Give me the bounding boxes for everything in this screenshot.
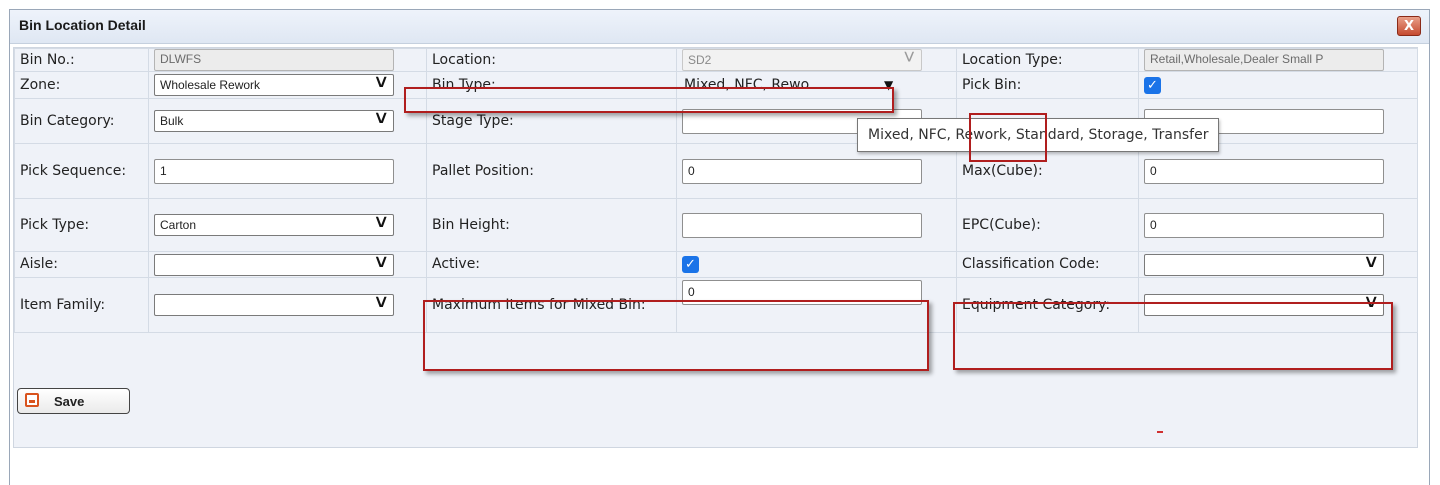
floppy-disk-icon bbox=[25, 393, 39, 407]
location-select[interactable]: SD2 ˅ bbox=[682, 49, 922, 71]
classification-code-select[interactable]: ˅ bbox=[1144, 253, 1384, 276]
active-label: Active: bbox=[426, 251, 677, 278]
pick-type-select[interactable]: Carton ˅ bbox=[154, 214, 394, 236]
bin-no-field[interactable]: DLWFS bbox=[154, 49, 394, 71]
bin-category-label: Bin Category: bbox=[14, 98, 149, 144]
max-cube-field[interactable]: 0 bbox=[1144, 158, 1384, 184]
bin-location-dialog: Bin Location Detail X Bin No.: DLWFS Loc… bbox=[9, 9, 1430, 485]
form-row: Pick Type: Carton ˅ Bin Height: EPC(Cube)… bbox=[14, 198, 1418, 252]
classification-code-label: Classification Code: bbox=[956, 251, 1139, 278]
checkmark-icon: ✓ bbox=[685, 257, 696, 272]
dialog-title: Bin Location Detail bbox=[19, 17, 146, 33]
dialog-titlebar: Bin Location Detail X bbox=[10, 10, 1429, 44]
zone-value: Wholesale Rework bbox=[160, 78, 261, 92]
equipment-category-highlight bbox=[953, 302, 1393, 370]
bin-no-label: Bin No.: bbox=[14, 48, 149, 72]
max-items-highlight bbox=[423, 300, 929, 371]
close-icon: X bbox=[1403, 19, 1415, 34]
bin-height-field[interactable] bbox=[682, 212, 922, 238]
pick-type-value: Carton bbox=[160, 218, 197, 232]
item-family-label: Item Family: bbox=[14, 277, 149, 333]
chevron-down-icon: ˅ bbox=[375, 110, 387, 130]
aisle-select[interactable]: ˅ bbox=[154, 253, 394, 276]
location-type-label: Location Type: bbox=[956, 48, 1139, 72]
location-label: Location: bbox=[426, 48, 677, 72]
chevron-down-icon: ˅ bbox=[1365, 253, 1377, 274]
chevron-down-icon: ˅ bbox=[903, 49, 915, 69]
epc-cube-label: EPC(Cube): bbox=[956, 198, 1139, 252]
bin-height-label: Bin Height: bbox=[426, 198, 677, 252]
form-row: Aisle: ˅ Active: ✓ Classification Code: … bbox=[14, 251, 1418, 278]
pick-sequence-label: Pick Sequence: bbox=[14, 143, 149, 199]
bin-category-select[interactable]: Bulk ˅ bbox=[154, 110, 394, 132]
epc-cube-field[interactable]: 0 bbox=[1144, 212, 1384, 238]
pick-type-label: Pick Type: bbox=[14, 198, 149, 252]
aisle-label: Aisle: bbox=[14, 251, 149, 278]
zone-label: Zone: bbox=[14, 71, 149, 99]
pick-bin-checkbox[interactable]: ✓ bbox=[1144, 76, 1161, 94]
bin-type-highlight bbox=[404, 87, 894, 113]
chevron-down-icon: ˅ bbox=[375, 294, 387, 314]
pallet-position-label: Pallet Position: bbox=[426, 143, 677, 199]
annotation-mark bbox=[1157, 431, 1163, 433]
save-button-label: Save bbox=[54, 394, 85, 409]
chevron-down-icon: ˅ bbox=[375, 74, 387, 94]
checkmark-icon: ✓ bbox=[1147, 77, 1158, 93]
location-value: SD2 bbox=[688, 53, 712, 67]
pick-sequence-field[interactable]: 1 bbox=[154, 158, 394, 184]
item-family-select[interactable]: ˅ bbox=[154, 294, 394, 316]
save-button[interactable]: Save bbox=[17, 388, 130, 414]
location-type-field[interactable]: Retail,Wholesale,Dealer Small P bbox=[1144, 49, 1384, 71]
form-row: Bin No.: DLWFS Location: SD2 ˅ Location T… bbox=[14, 48, 1418, 72]
rework-highlight bbox=[969, 113, 1047, 162]
pallet-position-field[interactable]: 0 bbox=[682, 158, 922, 184]
pick-bin-label: Pick Bin: bbox=[956, 71, 1139, 99]
chevron-down-icon: ˅ bbox=[375, 253, 387, 274]
zone-select[interactable]: Wholesale Rework ˅ bbox=[154, 74, 394, 96]
chevron-down-icon: ˅ bbox=[375, 214, 387, 234]
bin-category-value: Bulk bbox=[160, 114, 184, 128]
close-button[interactable]: X bbox=[1397, 16, 1421, 36]
active-checkbox[interactable]: ✓ bbox=[682, 256, 699, 273]
